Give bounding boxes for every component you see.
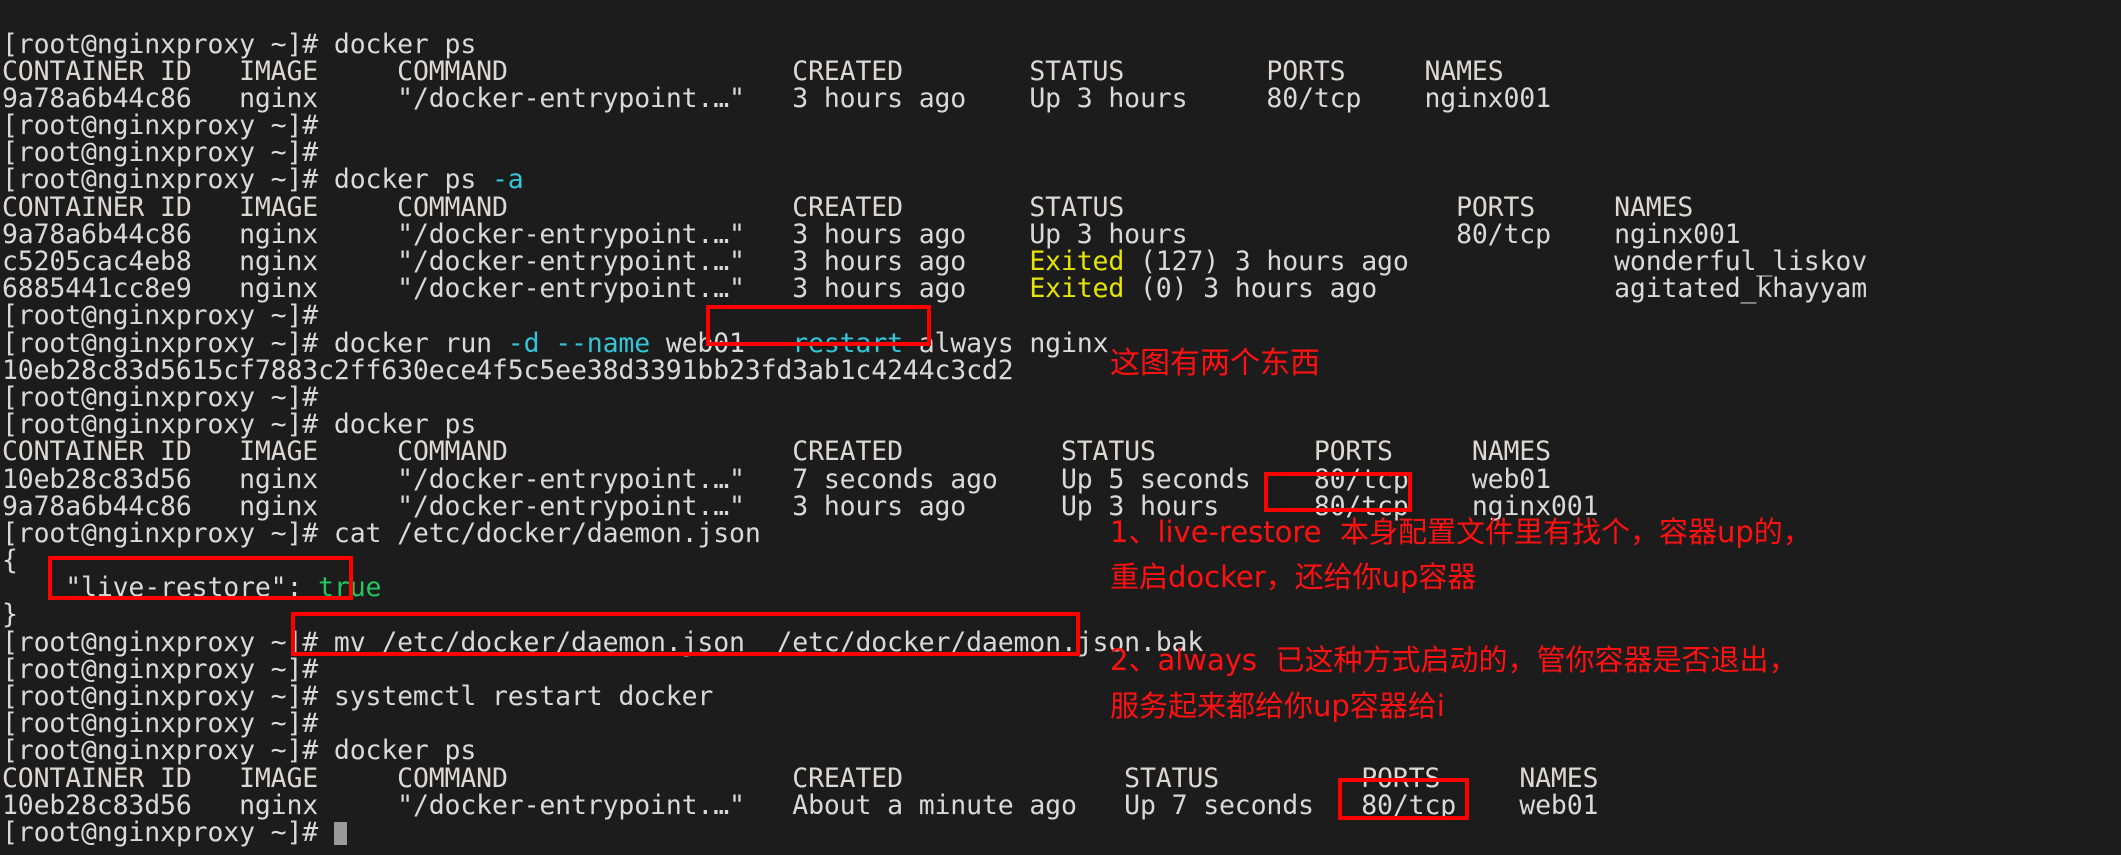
shell-prompt: [root@nginxproxy ~]# <box>2 817 334 848</box>
value-image-name: nginx <box>1014 328 1109 359</box>
terminal-line: CONTAINER ID IMAGE COMMAND CREATED STATU… <box>2 765 2121 792</box>
cell-created: About a minute ago <box>792 790 1076 821</box>
json-value-true: true <box>318 572 381 603</box>
terminal-line: [root@nginxproxy ~]# docker ps -a <box>2 166 2121 193</box>
terminal-line: [root@nginxproxy ~]# docker ps <box>2 31 2121 58</box>
cell-command: "/docker-entrypoint.…" <box>397 83 745 114</box>
terminal-line: "live-restore": true <box>2 574 2121 601</box>
json-key-live-restore: "live-restore": <box>2 572 318 603</box>
terminal-line: [root@nginxproxy ~]# docker ps <box>2 737 2121 764</box>
cell-command: "/docker-entrypoint.…" <box>397 273 745 304</box>
table-row: 10eb28c83d56 nginx "/docker-entrypoint.…… <box>2 466 2121 493</box>
cell-command: "/docker-entrypoint.…" <box>397 790 745 821</box>
annotation-always-line2: 服务起来都给你up容器给i <box>1110 686 1445 727</box>
table-row: 9a78a6b44c86 nginx "/docker-entrypoint.…… <box>2 221 2121 248</box>
terminal-line: [root@nginxproxy ~]# <box>2 139 2121 166</box>
terminal-line: [root@nginxproxy ~]# docker ps <box>2 411 2121 438</box>
terminal-line: CONTAINER ID IMAGE COMMAND CREATED STATU… <box>2 194 2121 221</box>
terminal-line: [root@nginxproxy ~]# mv /etc/docker/daem… <box>2 629 2121 656</box>
annotation-live-restore-line1: 1、live-restore 本身配置文件里有找个，容器up的， <box>1110 512 1812 553</box>
cell-ports: 80/tcp <box>1361 790 1456 821</box>
terminal-line: [root@nginxproxy ~]# systemctl restart d… <box>2 683 2121 710</box>
terminal-line: CONTAINER ID IMAGE COMMAND CREATED STATU… <box>2 58 2121 85</box>
cell-names: agitated_khayyam <box>1614 273 1867 304</box>
command-systemctl-restart-docker: systemctl restart docker <box>334 681 713 712</box>
annotation-always-line1: 2、always 已这种方式启动的，管你容器是否退出， <box>1110 640 1797 681</box>
cell-status: Up 3 hours <box>1029 83 1187 114</box>
table-row: c5205cac4eb8 nginx "/docker-entrypoint.…… <box>2 248 2121 275</box>
terminal-line: 10eb28c83d5615cf7883c2ff630ece4f5c5ee38d… <box>2 357 2121 384</box>
terminal-line: [root@nginxproxy ~]# <box>2 302 2121 329</box>
terminal-window: [root@nginxproxy ~]# docker psCONTAINER … <box>0 0 2121 855</box>
annotation-title: 这图有两个东西 <box>1110 343 1320 384</box>
shell-prompt: [root@nginxproxy ~]# <box>2 518 334 549</box>
cell-status: Up 7 seconds <box>1124 790 1314 821</box>
terminal-line: CONTAINER ID IMAGE COMMAND CREATED STATU… <box>2 438 2121 465</box>
command-mv-daemon-json: mv /etc/docker/daemon.json /etc/docker/d… <box>334 627 1203 658</box>
annotation-live-restore-line2: 重启docker，还给你up容器 <box>1110 557 1476 598</box>
text-cursor <box>334 822 347 845</box>
terminal-line: [root@nginxproxy ~]# <box>2 384 2121 411</box>
cell-ports: 80/tcp <box>1266 83 1361 114</box>
terminal-line: [root@nginxproxy ~]# <box>2 112 2121 139</box>
cell-created: 3 hours ago <box>792 83 966 114</box>
terminal-line: [root@nginxproxy ~]# <box>2 819 2121 846</box>
terminal-output[interactable]: [root@nginxproxy ~]# docker psCONTAINER … <box>0 27 2121 855</box>
table-row: 10eb28c83d56 nginx "/docker-entrypoint.…… <box>2 792 2121 819</box>
cell-names: nginx001 <box>1424 83 1550 114</box>
cell-created: 3 hours ago <box>792 491 966 522</box>
terminal-line: } <box>2 601 2121 628</box>
terminal-line: [root@nginxproxy ~]# <box>2 710 2121 737</box>
cell-created: 3 hours ago <box>792 273 966 304</box>
table-row: 6885441cc8e9 nginx "/docker-entrypoint.…… <box>2 275 2121 302</box>
command-cat-daemon-json: cat /etc/docker/daemon.json <box>334 518 761 549</box>
table-row: 9a78a6b44c86 nginx "/docker-entrypoint.…… <box>2 85 2121 112</box>
status-exited: Exited <box>1029 273 1124 304</box>
terminal-line: [root@nginxproxy ~]# <box>2 656 2121 683</box>
terminal-line: [root@nginxproxy ~]# docker run -d --nam… <box>2 330 2121 357</box>
status-exit-detail: (0) 3 hours ago <box>1124 273 1377 304</box>
cell-names: web01 <box>1519 790 1598 821</box>
